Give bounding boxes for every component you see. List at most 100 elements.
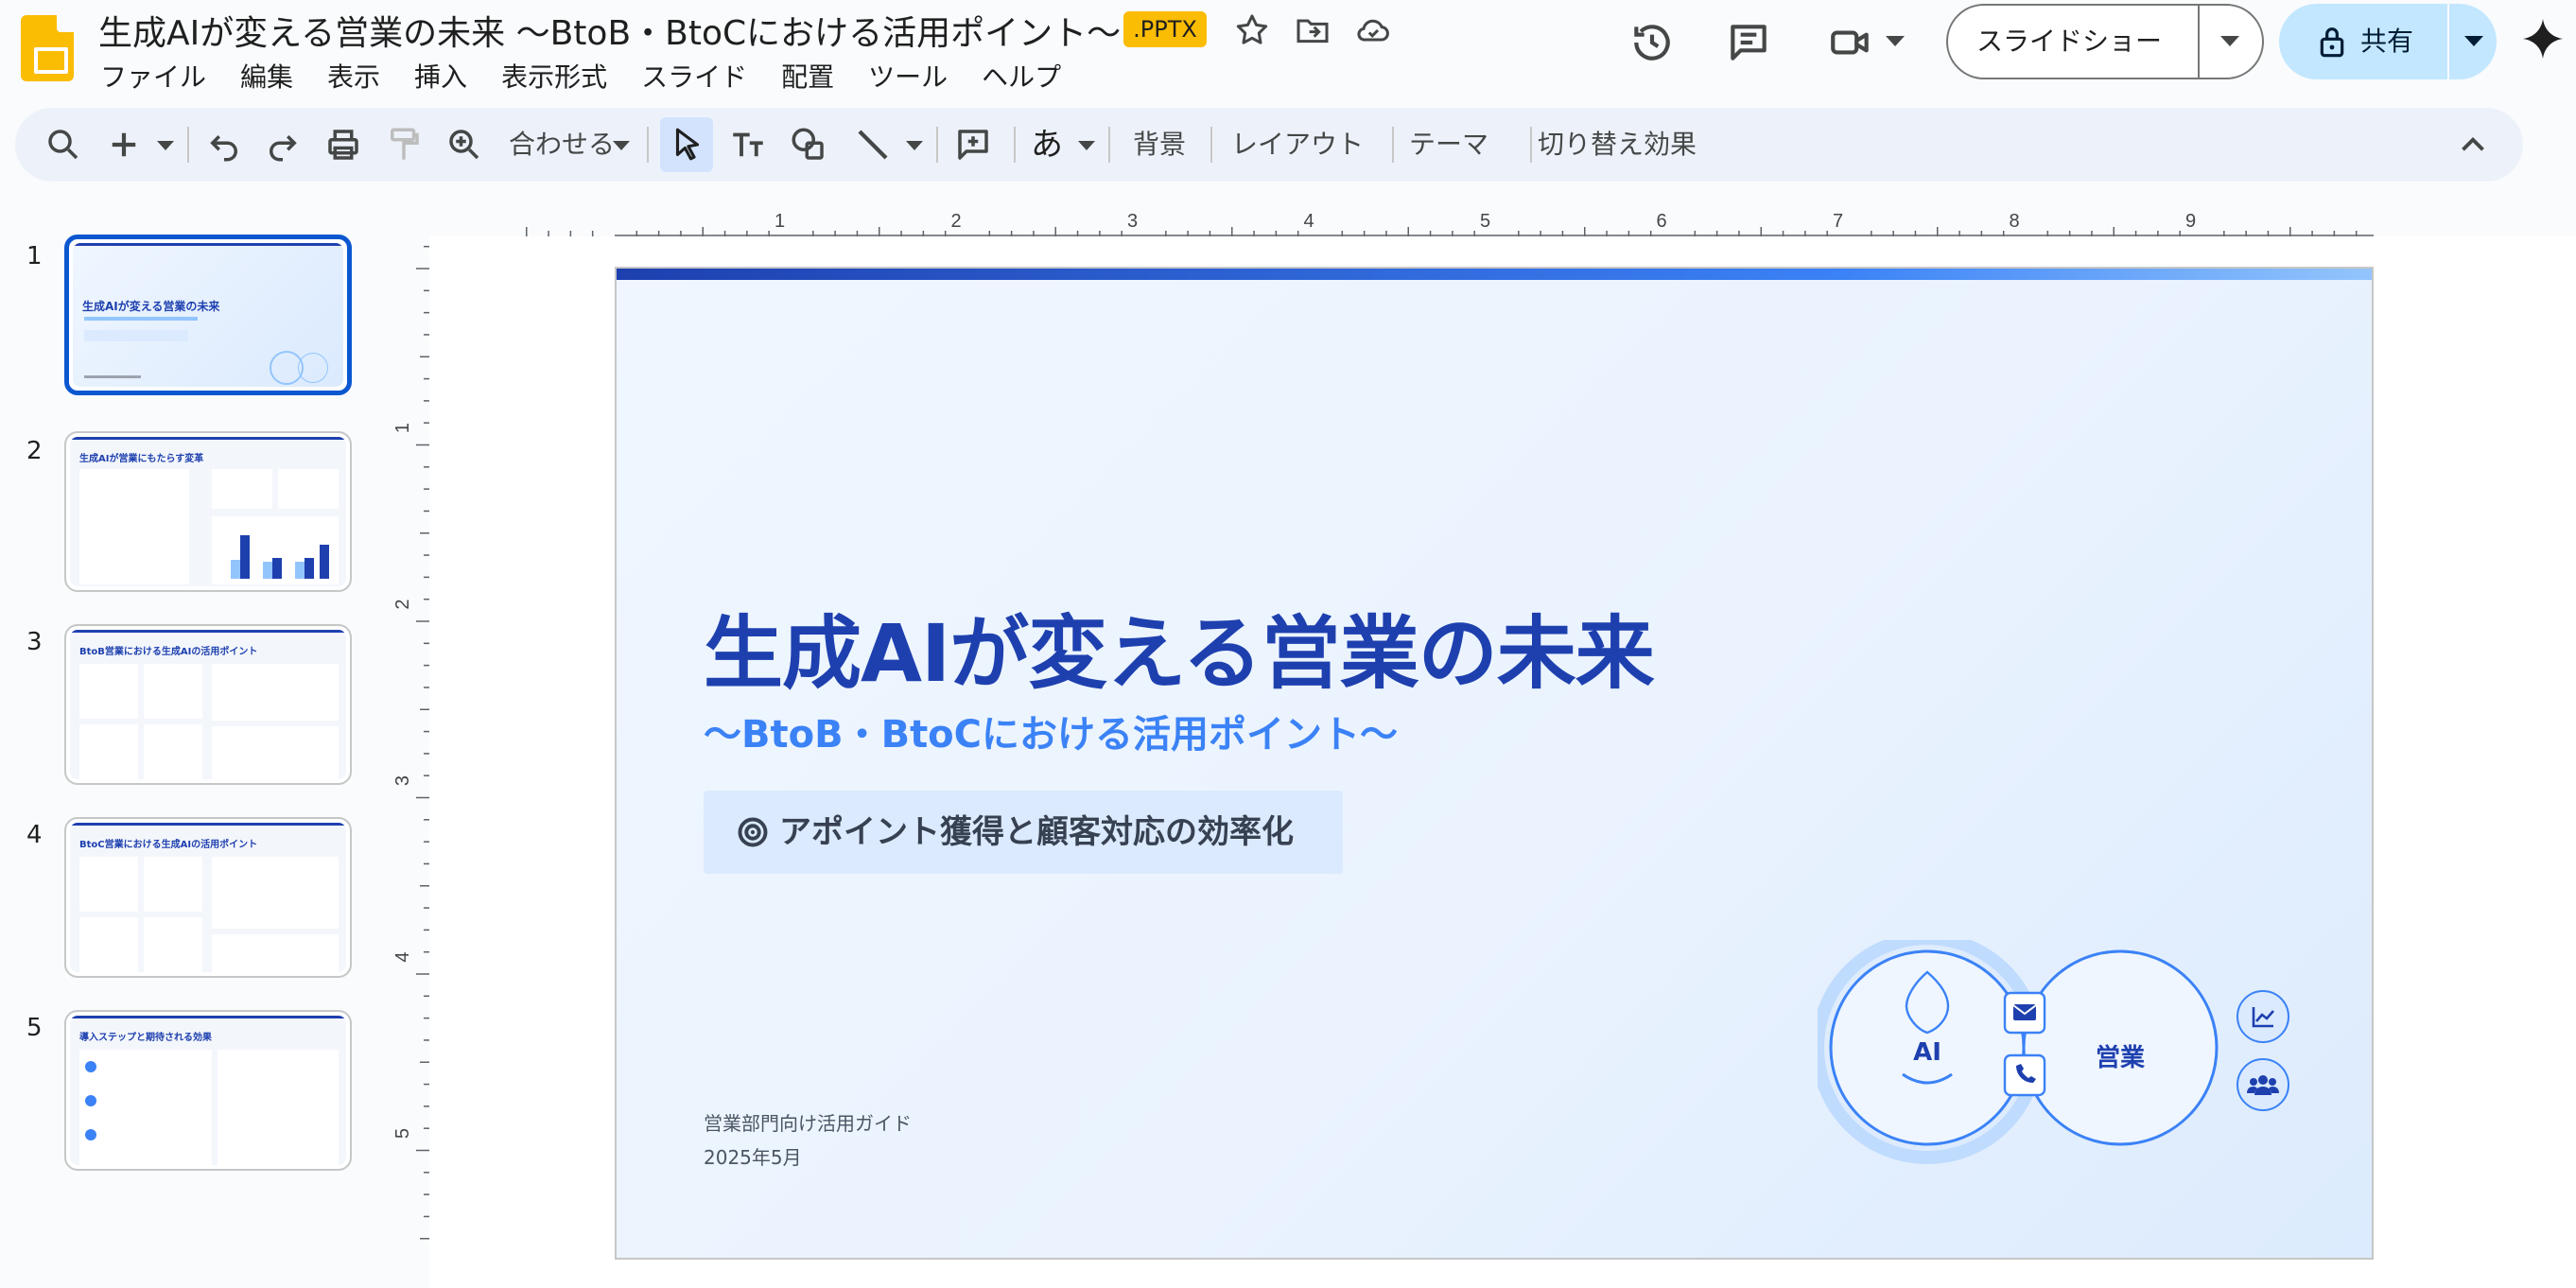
horizontal-ruler[interactable]: 1 2 3 4 5 6 7 8 9 bbox=[429, 214, 2576, 236]
menu-insert[interactable]: 挿入 bbox=[414, 57, 467, 95]
slide-number: 2 bbox=[26, 437, 43, 465]
layout-button[interactable]: レイアウト bbox=[1231, 125, 1364, 165]
slide-thumbnail-1[interactable]: 生成AIが変える営業の未来 bbox=[64, 235, 352, 395]
zoom-icon[interactable] bbox=[444, 125, 484, 165]
menu-edit[interactable]: 編集 bbox=[240, 57, 293, 95]
thumbnail-sales-circle bbox=[298, 353, 328, 383]
search-menus-icon[interactable] bbox=[44, 125, 83, 165]
slide-thumbnail-5[interactable]: 導入ステップと期待される効果 bbox=[64, 1010, 352, 1171]
ruler-label: 4 bbox=[1303, 214, 1314, 232]
thumbnail-pill bbox=[84, 330, 188, 341]
thumbnail-card bbox=[79, 724, 138, 779]
thumbnail-step-dot bbox=[85, 1061, 96, 1072]
version-history-icon[interactable] bbox=[1628, 19, 1676, 66]
move-folder-icon[interactable] bbox=[1294, 11, 1332, 49]
ruler-label: 3 bbox=[1127, 214, 1138, 232]
thumbnail-preview: 導入ステップと期待される効果 bbox=[70, 1016, 346, 1165]
share-dropdown-icon[interactable] bbox=[2464, 36, 2483, 46]
ruler-label: 2 bbox=[950, 214, 961, 232]
star-icon[interactable] bbox=[1233, 11, 1271, 49]
thumbnail-card bbox=[79, 917, 138, 972]
toolbar-separator bbox=[1392, 127, 1394, 163]
menu-arrange[interactable]: 配置 bbox=[781, 57, 834, 95]
document-title[interactable]: 生成AIが変える営業の未来 〜BtoB・BtoCにおける活用ポイント〜 bbox=[98, 6, 1121, 55]
new-slide-icon[interactable] bbox=[104, 125, 144, 165]
slide-number: 1 bbox=[26, 242, 43, 270]
slide-accent-bar bbox=[617, 269, 2372, 280]
comments-icon[interactable] bbox=[1725, 19, 1772, 66]
thumbnail-title: 導入ステップと期待される効果 bbox=[79, 1033, 212, 1043]
collapse-toolbar-icon[interactable] bbox=[2453, 125, 2493, 165]
thumbnail-footer-line bbox=[84, 375, 141, 378]
thumbnail-card bbox=[144, 917, 202, 972]
thumbnail-preview: 生成AIが営業にもたらす変革 bbox=[70, 437, 346, 586]
shape-icon[interactable] bbox=[789, 125, 828, 165]
file-format-badge: .PPTX bbox=[1123, 11, 1207, 47]
vertical-ruler[interactable]: 1 2 3 4 5 bbox=[388, 236, 429, 1288]
menu-view[interactable]: 表示 bbox=[327, 57, 380, 95]
slides-app: 生成AIが変える営業の未来 〜BtoB・BtoCにおける活用ポイント〜 .PPT… bbox=[0, 0, 2576, 1288]
slide-highlight-box[interactable]: アポイント獲得と顧客対応の効率化 bbox=[704, 791, 1343, 874]
menu-file[interactable]: ファイル bbox=[100, 57, 206, 95]
meet-dropdown-icon[interactable] bbox=[1886, 34, 1905, 47]
thumbnail-accent-bar bbox=[70, 1016, 346, 1018]
add-comment-icon[interactable] bbox=[953, 125, 993, 165]
slide-number: 5 bbox=[26, 1014, 43, 1042]
thumbnail-card bbox=[212, 726, 339, 779]
toolbar-separator bbox=[1210, 127, 1212, 163]
cloud-saved-icon[interactable] bbox=[1354, 11, 1392, 49]
slideshow-dropdown-icon[interactable] bbox=[2220, 36, 2239, 46]
menu-slide[interactable]: スライド bbox=[641, 57, 747, 95]
slideshow-button[interactable]: スライドショー bbox=[1946, 4, 2264, 79]
ruler-label: 1 bbox=[392, 423, 413, 433]
slide-thumbnail-4[interactable]: BtoC営業における生成AIの活用ポイント bbox=[64, 817, 352, 978]
line-dropdown-icon[interactable] bbox=[906, 140, 923, 151]
thumbnail-preview: 生成AIが変える営業の未来 bbox=[73, 243, 343, 387]
slide-footer-audience[interactable]: 営業部門向け活用ガイド bbox=[704, 1108, 912, 1136]
undo-icon[interactable] bbox=[204, 125, 244, 165]
text-box-icon[interactable] bbox=[728, 125, 768, 165]
theme-button[interactable]: テーマ bbox=[1409, 125, 1488, 165]
select-cursor-icon[interactable] bbox=[668, 125, 707, 165]
thumbnail-accent-bar bbox=[70, 823, 346, 826]
zoom-select[interactable]: 合わせる bbox=[509, 125, 615, 165]
menu-help[interactable]: ヘルプ bbox=[982, 57, 1061, 95]
ruler-label: 9 bbox=[2185, 214, 2196, 232]
paint-format-icon[interactable] bbox=[384, 125, 424, 165]
redo-icon[interactable] bbox=[263, 125, 303, 165]
slide-number: 4 bbox=[26, 821, 43, 849]
users-group-icon bbox=[2237, 1058, 2289, 1111]
share-button[interactable]: 共有 bbox=[2279, 4, 2497, 79]
toolbar: 合わせる あ 背景 レイアウト テーマ 切り替え効果 bbox=[15, 108, 2523, 182]
thumbnail-bar bbox=[240, 535, 250, 579]
transition-button[interactable]: 切り替え効果 bbox=[1538, 125, 1697, 165]
zoom-dropdown-icon[interactable] bbox=[613, 140, 630, 151]
slide-thumbnail-2[interactable]: 生成AIが営業にもたらす変革 bbox=[64, 431, 352, 592]
slide-title[interactable]: 生成AIが変える営業の未来 bbox=[704, 590, 1655, 705]
slide-editor[interactable]: 生成AIが変える営業の未来 〜BtoB・BtoCにおける活用ポイント〜 アポイン… bbox=[615, 267, 2374, 1260]
thumbnail-preview: BtoB営業における生成AIの活用ポイント bbox=[70, 630, 346, 779]
thumbnail-bar bbox=[295, 562, 305, 579]
ai-sales-diagram[interactable]: AI 営業 bbox=[1818, 940, 2309, 1186]
print-icon[interactable] bbox=[323, 125, 363, 165]
line-icon[interactable] bbox=[853, 125, 893, 165]
slides-logo[interactable] bbox=[21, 15, 74, 81]
input-tools-dropdown-icon[interactable] bbox=[1078, 140, 1095, 151]
new-slide-dropdown-icon[interactable] bbox=[157, 140, 174, 151]
background-button[interactable]: 背景 bbox=[1133, 125, 1186, 165]
menu-tools[interactable]: ツール bbox=[868, 57, 948, 95]
thumbnail-title: 生成AIが変える営業の未来 bbox=[82, 300, 220, 313]
menu-format[interactable]: 表示形式 bbox=[501, 57, 607, 95]
thumbnail-card bbox=[212, 469, 272, 509]
meet-icon[interactable] bbox=[1827, 19, 1874, 66]
ruler-label: 2 bbox=[392, 599, 413, 609]
slide-thumbnail-3[interactable]: BtoB営業における生成AIの活用ポイント bbox=[64, 624, 352, 785]
toolbar-separator bbox=[1014, 127, 1016, 163]
ruler-label: 8 bbox=[2009, 214, 2019, 232]
gemini-sparkle-icon[interactable] bbox=[2521, 17, 2565, 61]
ruler-label: 7 bbox=[1833, 214, 1843, 232]
slide-subtitle[interactable]: 〜BtoB・BtoCにおける活用ポイント〜 bbox=[704, 704, 1398, 758]
input-tools-button[interactable]: あ bbox=[1031, 125, 1063, 165]
thumbnail-card bbox=[144, 664, 202, 719]
slide-footer-date[interactable]: 2025年5月 bbox=[704, 1142, 802, 1170]
